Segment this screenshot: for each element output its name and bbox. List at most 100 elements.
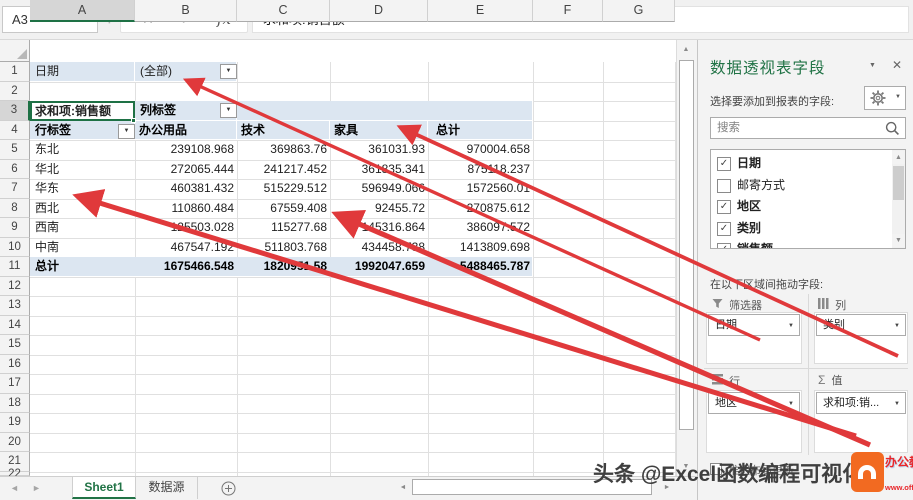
pivot-row-label[interactable]: 西南 bbox=[30, 218, 135, 238]
pivot-value-cell[interactable]: 270875.612 bbox=[428, 199, 533, 219]
pivot-value-cell[interactable]: 369863.76 bbox=[237, 140, 330, 160]
row-header-8[interactable]: 8 bbox=[0, 198, 30, 218]
scroll-down-icon[interactable]: ▼ bbox=[892, 234, 905, 247]
pane-close-icon[interactable]: ✕ bbox=[892, 58, 902, 72]
field-item-2[interactable]: 邮寄方式 bbox=[717, 175, 887, 197]
pivot-value-cell[interactable]: 460381.432 bbox=[135, 179, 237, 199]
pivot-row-label[interactable]: 华东 bbox=[30, 179, 135, 199]
pivot-value-cell[interactable]: 361031.93 bbox=[330, 140, 428, 160]
scroll-up-icon[interactable]: ▲ bbox=[892, 151, 905, 164]
column-header-a[interactable]: A bbox=[30, 0, 135, 22]
row-header-20[interactable]: 20 bbox=[0, 432, 30, 452]
column-header-b[interactable]: B bbox=[135, 0, 237, 22]
row-header-19[interactable]: 19 bbox=[0, 413, 30, 433]
pivot-value-cell[interactable]: 92455.72 bbox=[330, 199, 428, 219]
pivot-col-header[interactable]: 总计 bbox=[428, 120, 533, 140]
row-header-10[interactable]: 10 bbox=[0, 237, 30, 257]
grid-vscrollbar-thumb[interactable] bbox=[679, 60, 694, 430]
pivot-value-cell[interactable]: 386097.572 bbox=[428, 218, 533, 238]
selected-cell-a3[interactable]: 求和项:销售额 bbox=[30, 101, 135, 121]
column-header-d[interactable]: D bbox=[330, 0, 428, 22]
sheet-tab-datasource[interactable]: 数据源 bbox=[136, 477, 198, 499]
column-header-c[interactable]: C bbox=[237, 0, 330, 22]
row-header-17[interactable]: 17 bbox=[0, 374, 30, 394]
scroll-up-icon[interactable]: ▲ bbox=[677, 42, 695, 58]
pivot-value-cell[interactable]: 110860.484 bbox=[135, 199, 237, 219]
pivot-value-cell[interactable]: 145316.864 bbox=[330, 218, 428, 238]
row-header-18[interactable]: 18 bbox=[0, 393, 30, 413]
column-labels-dropdown-icon[interactable]: ▼ bbox=[220, 103, 237, 118]
pane-options-chevron-icon[interactable]: ▼ bbox=[869, 62, 876, 69]
pivot-col-header[interactable]: 办公用品 bbox=[135, 120, 237, 140]
field-list-scrollbar-thumb[interactable] bbox=[893, 166, 904, 200]
pivot-row-label[interactable]: 东北 bbox=[30, 140, 135, 160]
search-icon[interactable] bbox=[885, 121, 900, 143]
pivot-value-cell[interactable]: 239108.968 bbox=[135, 140, 237, 160]
pivot-col-header[interactable]: 家具 bbox=[330, 120, 428, 140]
row-header-15[interactable]: 15 bbox=[0, 335, 30, 355]
chevron-down-icon[interactable]: ▼ bbox=[894, 316, 900, 335]
row-header-1[interactable]: 1 bbox=[0, 62, 30, 82]
row-header-6[interactable]: 6 bbox=[0, 159, 30, 179]
pivot-value-cell[interactable]: 511803.768 bbox=[237, 238, 330, 258]
field-checkbox[interactable]: ✓ bbox=[717, 157, 731, 171]
search-input[interactable]: 搜索 bbox=[710, 117, 906, 139]
filter-dropdown-icon[interactable]: ▼ bbox=[220, 64, 237, 79]
row-header-14[interactable]: 14 bbox=[0, 315, 30, 335]
field-checkbox[interactable]: ✓ bbox=[717, 221, 731, 236]
column-header-g[interactable]: G bbox=[603, 0, 675, 22]
pivot-total-value[interactable]: 5488465.787 bbox=[428, 257, 533, 277]
field-item-4[interactable]: ✓ 类别 bbox=[717, 218, 887, 240]
column-header-e[interactable]: E bbox=[428, 0, 533, 22]
pivot-value-cell[interactable]: 67559.408 bbox=[237, 199, 330, 219]
row-header-11[interactable]: 11 bbox=[0, 257, 30, 277]
pivot-value-cell[interactable]: 970004.658 bbox=[428, 140, 533, 160]
pivot-value-cell[interactable]: 596949.066 bbox=[330, 179, 428, 199]
pivot-value-cell[interactable]: 467547.192 bbox=[135, 238, 237, 258]
row-header-12[interactable]: 12 bbox=[0, 276, 30, 296]
pivot-value-cell[interactable]: 1572560.01 bbox=[428, 179, 533, 199]
pivot-value-cell[interactable]: 241217.452 bbox=[237, 160, 330, 180]
fields-tools-button[interactable]: ▼ bbox=[864, 86, 906, 110]
chevron-down-icon[interactable]: ▼ bbox=[788, 394, 794, 413]
select-all-corner[interactable] bbox=[0, 40, 30, 62]
pivot-value-cell[interactable]: 125503.028 bbox=[135, 218, 237, 238]
pivot-row-label[interactable]: 西北 bbox=[30, 199, 135, 219]
row-header-3[interactable]: 3 bbox=[0, 101, 30, 121]
row-header-9[interactable]: 9 bbox=[0, 218, 30, 238]
columns-field-pill[interactable]: 类别 ▼ bbox=[816, 314, 906, 336]
pivot-total-value[interactable]: 1992047.659 bbox=[330, 257, 428, 277]
cell-a1-filter-field[interactable]: 日期 bbox=[30, 62, 135, 82]
row-header-4[interactable]: 4 bbox=[0, 120, 30, 140]
row-header-16[interactable]: 16 bbox=[0, 354, 30, 374]
row-header-13[interactable]: 13 bbox=[0, 296, 30, 316]
pivot-value-cell[interactable]: 515229.512 bbox=[237, 179, 330, 199]
pivot-header-fill[interactable] bbox=[237, 101, 533, 121]
pivot-row-label[interactable]: 华北 bbox=[30, 160, 135, 180]
chevron-down-icon[interactable]: ▼ bbox=[894, 394, 900, 413]
pivot-total-value[interactable]: 1675466.548 bbox=[135, 257, 237, 277]
column-header-f[interactable]: F bbox=[533, 0, 603, 22]
field-item-5[interactable]: ✓ 销售额 bbox=[717, 239, 887, 248]
pivot-value-cell[interactable]: 875118.237 bbox=[428, 160, 533, 180]
pivot-value-cell[interactable]: 1413809.698 bbox=[428, 238, 533, 258]
pivot-value-cell[interactable]: 115277.68 bbox=[237, 218, 330, 238]
field-checkbox[interactable] bbox=[717, 178, 731, 193]
pivot-value-cell[interactable]: 361835.341 bbox=[330, 160, 428, 180]
row-header-5[interactable]: 5 bbox=[0, 140, 30, 160]
row-header-7[interactable]: 7 bbox=[0, 179, 30, 199]
add-sheet-plus-icon[interactable] bbox=[221, 481, 236, 499]
sheet-nav-left-icon[interactable]: ◄ bbox=[10, 483, 19, 493]
pivot-value-cell[interactable]: 272065.444 bbox=[135, 160, 237, 180]
sheet-tab-sheet1[interactable]: Sheet1 bbox=[72, 477, 136, 499]
chevron-down-icon[interactable]: ▼ bbox=[788, 316, 794, 335]
field-item-3[interactable]: ✓ 地区 bbox=[717, 196, 887, 218]
pivot-total-value[interactable]: 1820951.58 bbox=[237, 257, 330, 277]
values-field-pill[interactable]: 求和项:销... ▼ bbox=[816, 392, 906, 414]
field-checkbox[interactable]: ✓ bbox=[717, 243, 731, 248]
field-item-1[interactable]: ✓ 日期 bbox=[717, 153, 887, 175]
row-header-2[interactable]: 2 bbox=[0, 81, 30, 101]
pivot-total-label[interactable]: 总计 bbox=[30, 257, 135, 277]
pivot-col-header[interactable]: 技术 bbox=[237, 120, 330, 140]
scroll-left-icon[interactable]: ◄ bbox=[396, 481, 410, 495]
